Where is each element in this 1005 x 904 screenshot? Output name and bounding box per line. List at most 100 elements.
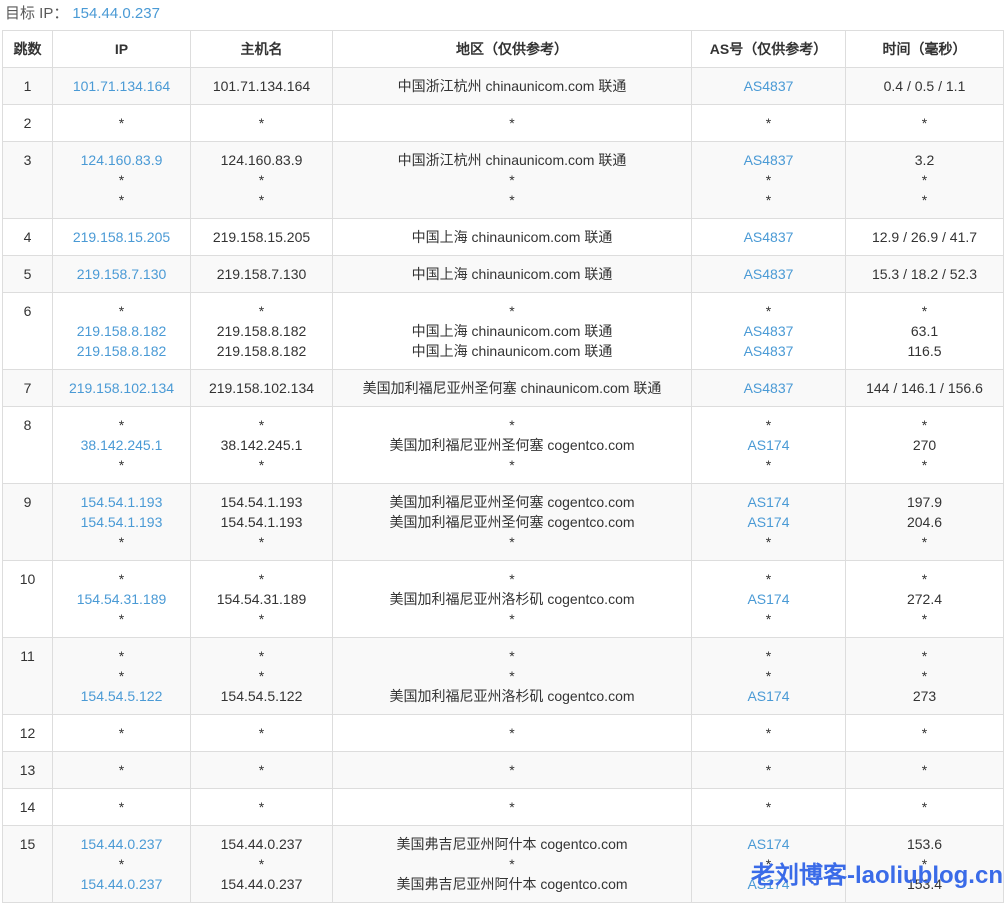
- cell-line: *: [337, 113, 687, 133]
- cell-line: *: [57, 797, 186, 817]
- ip-link[interactable]: 101.71.134.164: [73, 78, 170, 94]
- table-row: 7219.158.102.134219.158.102.134美国加利福尼亚州圣…: [3, 370, 1004, 407]
- ip-link[interactable]: 154.54.1.193: [81, 514, 163, 530]
- table-row: 5219.158.7.130219.158.7.130中国上海 chinauni…: [3, 256, 1004, 293]
- cell-line: *: [195, 854, 328, 874]
- region-cell: *: [333, 789, 692, 826]
- asn-link[interactable]: AS4837: [744, 343, 794, 359]
- region-cell: 中国浙江杭州 chinaunicom.com 联通: [333, 68, 692, 105]
- time-cell: 197.9204.6*: [846, 484, 1004, 561]
- cell-line: *: [696, 532, 841, 552]
- cell-line: *: [57, 609, 186, 629]
- cell-line: *: [195, 455, 328, 475]
- cell-line: 38.142.245.1: [57, 435, 186, 455]
- asn-link[interactable]: AS174: [747, 437, 789, 453]
- table-header-row: 跳数 IP 主机名 地区（仅供参考） AS号（仅供参考） 时间（毫秒）: [3, 31, 1004, 68]
- cell-line: 153.6: [850, 834, 999, 854]
- hop-cell: 4: [3, 219, 53, 256]
- ip-cell: *: [53, 789, 191, 826]
- ip-link[interactable]: 38.142.245.1: [81, 437, 163, 453]
- ip-link[interactable]: 219.158.8.182: [77, 323, 167, 339]
- table-row: 1101.71.134.164101.71.134.164中国浙江杭州 chin…: [3, 68, 1004, 105]
- asn-link[interactable]: AS174: [747, 494, 789, 510]
- target-ip-value[interactable]: 154.44.0.237: [72, 5, 160, 22]
- ip-link[interactable]: 124.160.83.9: [81, 152, 163, 168]
- ip-cell: 219.158.7.130: [53, 256, 191, 293]
- cell-line: *: [696, 797, 841, 817]
- asn-link[interactable]: AS174: [747, 836, 789, 852]
- cell-line: *: [850, 609, 999, 629]
- ip-link[interactable]: 154.44.0.237: [81, 836, 163, 852]
- cell-line: AS174: [696, 874, 841, 894]
- cell-line: 154.54.1.193: [57, 492, 186, 512]
- cell-line: 11: [7, 646, 48, 666]
- hop-cell: 6: [3, 293, 53, 370]
- hop-cell: 3: [3, 142, 53, 219]
- cell-line: AS174: [696, 834, 841, 854]
- hop-cell: 7: [3, 370, 53, 407]
- cell-line: AS4837: [696, 378, 841, 398]
- cell-line: 154.54.1.193: [195, 512, 328, 532]
- ip-link[interactable]: 154.54.1.193: [81, 494, 163, 510]
- col-header-hostname: 主机名: [191, 31, 333, 68]
- region-cell: 美国弗吉尼亚州阿什本 cogentco.com*美国弗吉尼亚州阿什本 cogen…: [333, 826, 692, 903]
- cell-line: 0.4 / 0.5 / 1.1: [850, 76, 999, 96]
- cell-line: 3.2: [850, 150, 999, 170]
- cell-line: 219.158.102.134: [195, 378, 328, 398]
- cell-line: *: [57, 854, 186, 874]
- ip-link[interactable]: 219.158.8.182: [77, 343, 167, 359]
- asn-link[interactable]: AS174: [747, 876, 789, 892]
- asn-link[interactable]: AS4837: [744, 152, 794, 168]
- cell-line: *: [195, 113, 328, 133]
- cell-line: 219.158.15.205: [57, 227, 186, 247]
- ip-link[interactable]: 154.54.31.189: [77, 591, 167, 607]
- asn-link[interactable]: AS174: [747, 591, 789, 607]
- cell-line: 154.44.0.237: [195, 834, 328, 854]
- cell-line: 219.158.7.130: [57, 264, 186, 284]
- asn-cell: *AS4837AS4837: [692, 293, 846, 370]
- asn-link[interactable]: AS4837: [744, 380, 794, 396]
- cell-line: 154.44.0.237: [195, 874, 328, 894]
- cell-line: 10: [7, 569, 48, 589]
- ip-link[interactable]: 219.158.102.134: [69, 380, 174, 396]
- cell-line: *: [850, 532, 999, 552]
- ip-link[interactable]: 219.158.7.130: [77, 266, 167, 282]
- ip-cell: 101.71.134.164: [53, 68, 191, 105]
- cell-line: *: [696, 854, 841, 874]
- asn-link[interactable]: AS4837: [744, 229, 794, 245]
- cell-line: *: [337, 415, 687, 435]
- asn-cell: AS174 * AS174: [692, 826, 846, 903]
- ip-cell: *219.158.8.182219.158.8.182: [53, 293, 191, 370]
- hop-cell: 15: [3, 826, 53, 903]
- host-cell: 219.158.15.205: [191, 219, 333, 256]
- asn-link[interactable]: AS174: [747, 688, 789, 704]
- asn-link[interactable]: AS4837: [744, 78, 794, 94]
- region-cell: 中国上海 chinaunicom.com 联通: [333, 219, 692, 256]
- asn-cell: AS174 AS174 *: [692, 484, 846, 561]
- ip-link[interactable]: 154.44.0.237: [81, 876, 163, 892]
- asn-link[interactable]: AS4837: [744, 323, 794, 339]
- target-ip-line: 目标 IP：154.44.0.237: [5, 4, 160, 24]
- asn-link[interactable]: AS4837: [744, 266, 794, 282]
- cell-line: 154.54.1.193: [195, 492, 328, 512]
- table-row: 15154.44.0.237*154.44.0.237154.44.0.237*…: [3, 826, 1004, 903]
- cell-line: *: [696, 569, 841, 589]
- cell-line: AS4837: [696, 321, 841, 341]
- asn-link[interactable]: AS174: [747, 514, 789, 530]
- cell-line: *: [195, 569, 328, 589]
- host-cell: *: [191, 715, 333, 752]
- ip-link[interactable]: 154.54.5.122: [81, 688, 163, 704]
- cell-line: *: [337, 854, 687, 874]
- cell-line: 美国加利福尼亚州洛杉矶 cogentco.com: [337, 589, 687, 609]
- cell-line: AS174: [696, 589, 841, 609]
- hop-cell: 12: [3, 715, 53, 752]
- cell-line: AS174: [696, 435, 841, 455]
- cell-line: 219.158.7.130: [195, 264, 328, 284]
- cell-line: *: [696, 113, 841, 133]
- cell-line: *: [850, 415, 999, 435]
- host-cell: 219.158.102.134: [191, 370, 333, 407]
- ip-link[interactable]: 219.158.15.205: [73, 229, 170, 245]
- cell-line: *: [57, 170, 186, 190]
- cell-line: *: [696, 760, 841, 780]
- cell-line: *: [850, 723, 999, 743]
